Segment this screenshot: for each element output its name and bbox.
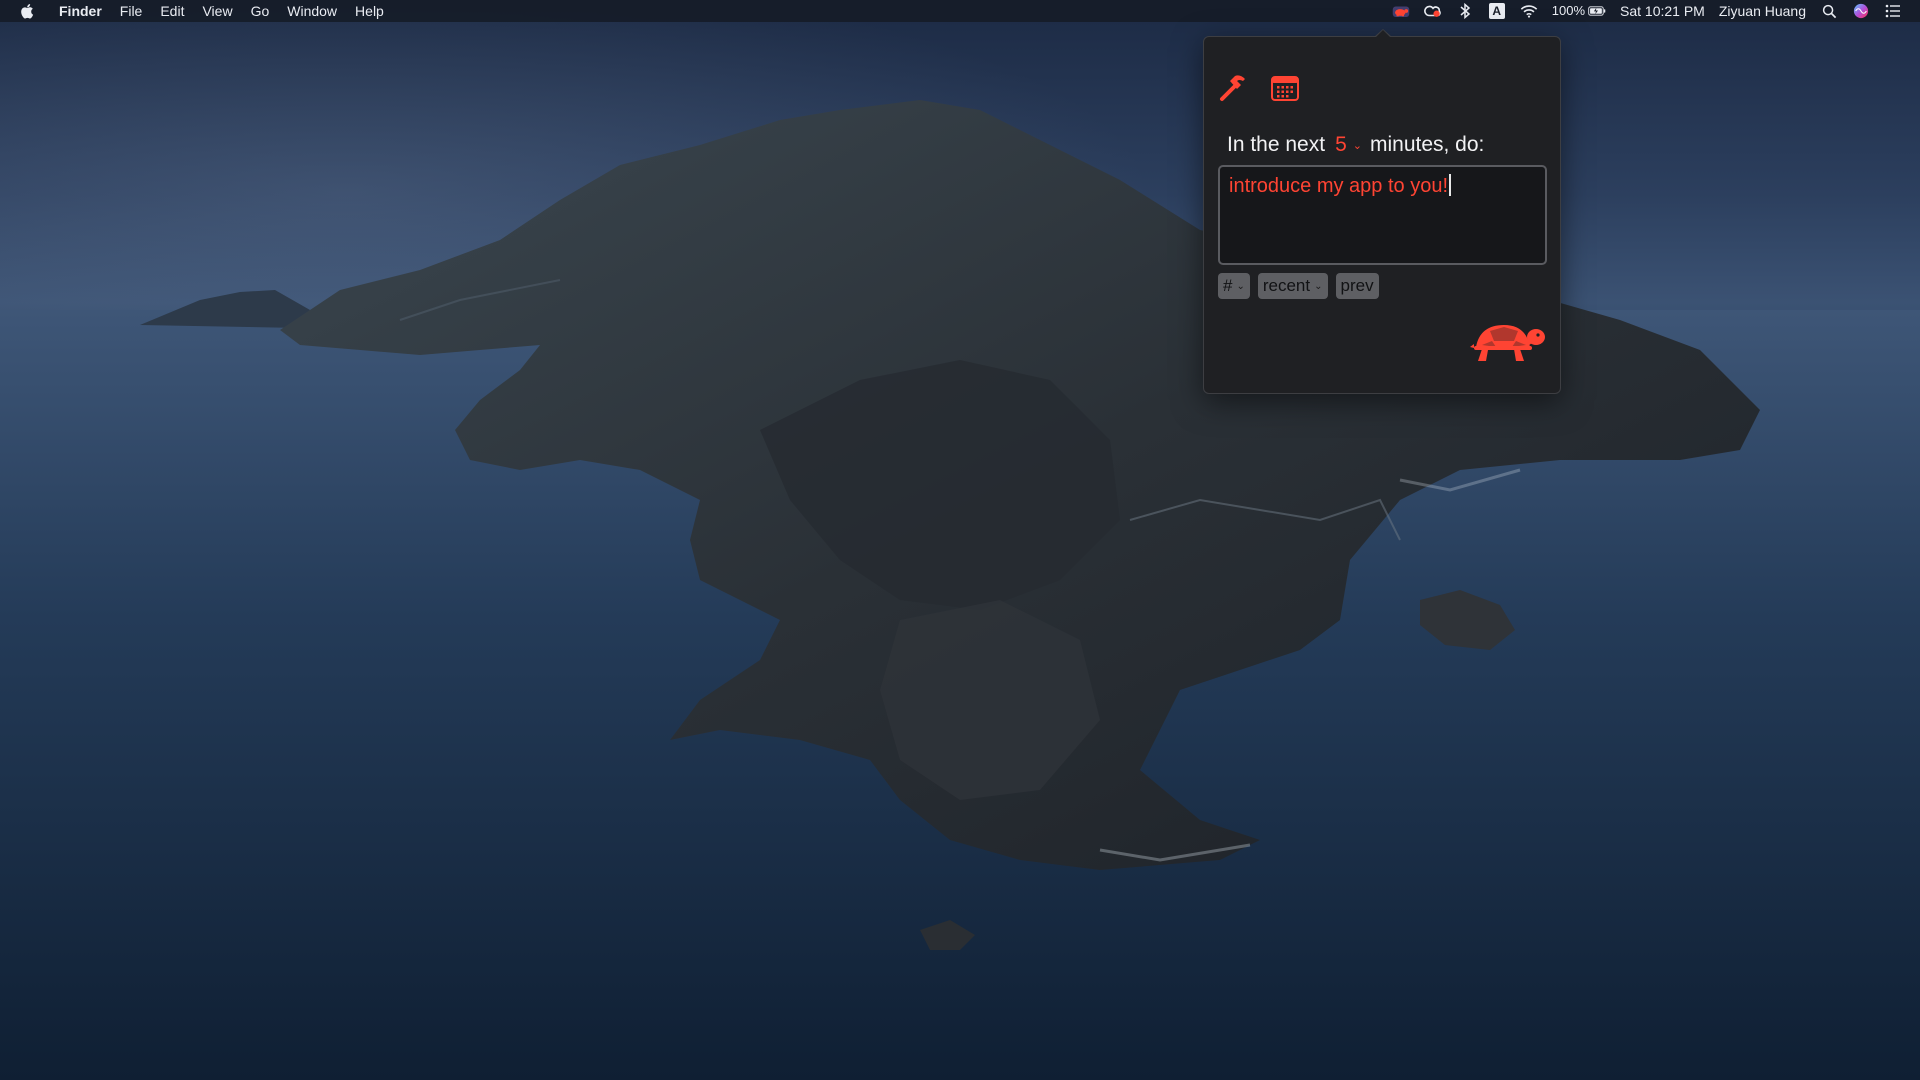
minutes-value: 5: [1335, 133, 1347, 156]
task-input[interactable]: introduce my app to you!: [1218, 165, 1547, 265]
menubar-user-name[interactable]: Ziyuan Huang: [1719, 0, 1806, 22]
prev-button-label: prev: [1340, 276, 1374, 295]
recent-dropdown-button[interactable]: recent ⌄: [1257, 273, 1328, 299]
timer-popover: In the next 5 ⌄ minutes, do: introduce m…: [1203, 29, 1561, 394]
wifi-icon[interactable]: [1520, 2, 1538, 20]
popover-toolbar: [1218, 73, 1300, 103]
chevron-down-icon: ⌄: [1314, 280, 1323, 292]
task-input-text: introduce my app to you!: [1229, 175, 1449, 197]
desktop-wallpaper: [0, 0, 1920, 1080]
tag-dropdown-button[interactable]: # ⌄: [1218, 273, 1250, 299]
creative-cloud-icon[interactable]: [1423, 2, 1442, 20]
menu-window[interactable]: Window: [278, 0, 346, 22]
turtle-menubar-icon[interactable]: [1392, 2, 1410, 20]
battery-status[interactable]: 100%: [1552, 0, 1606, 22]
battery-icon: [1588, 2, 1606, 20]
chevron-down-icon: ⌄: [1236, 280, 1245, 292]
hammer-icon[interactable]: [1218, 73, 1248, 103]
prompt-row: In the next 5 ⌄ minutes, do:: [1227, 133, 1484, 157]
menu-bar: Finder File Edit View Go Window Help A 1…: [0, 0, 1920, 22]
popover-arrow: [1374, 29, 1392, 38]
minutes-select[interactable]: 5 ⌄: [1335, 133, 1362, 157]
chip-row: # ⌄ recent ⌄ prev: [1218, 273, 1379, 299]
input-source-label: A: [1488, 3, 1505, 19]
turtle-icon[interactable]: [1470, 317, 1546, 365]
prompt-suffix: minutes, do:: [1369, 133, 1485, 156]
menu-view[interactable]: View: [193, 0, 241, 22]
menu-help[interactable]: Help: [346, 0, 393, 22]
battery-percent: 100%: [1551, 3, 1585, 18]
tag-dropdown-label: #: [1223, 276, 1233, 295]
menu-app-finder[interactable]: Finder: [50, 0, 111, 22]
bluetooth-icon[interactable]: [1456, 2, 1474, 20]
apple-logo-icon[interactable]: [20, 2, 36, 20]
recent-dropdown-label: recent: [1262, 276, 1311, 295]
chevron-down-icon: ⌄: [1352, 139, 1362, 152]
text-caret: [1449, 174, 1452, 196]
prompt-prefix: In the next: [1227, 133, 1326, 156]
input-source-icon[interactable]: A: [1488, 2, 1506, 20]
notification-center-icon[interactable]: [1884, 2, 1902, 20]
menubar-clock[interactable]: Sat 10:21 PM: [1620, 0, 1705, 22]
prev-button[interactable]: prev: [1335, 273, 1379, 299]
calendar-icon[interactable]: [1270, 73, 1300, 103]
siri-icon[interactable]: [1852, 2, 1870, 20]
menu-file[interactable]: File: [111, 0, 152, 22]
menu-go[interactable]: Go: [242, 0, 279, 22]
search-icon[interactable]: [1820, 2, 1838, 20]
menu-edit[interactable]: Edit: [151, 0, 193, 22]
